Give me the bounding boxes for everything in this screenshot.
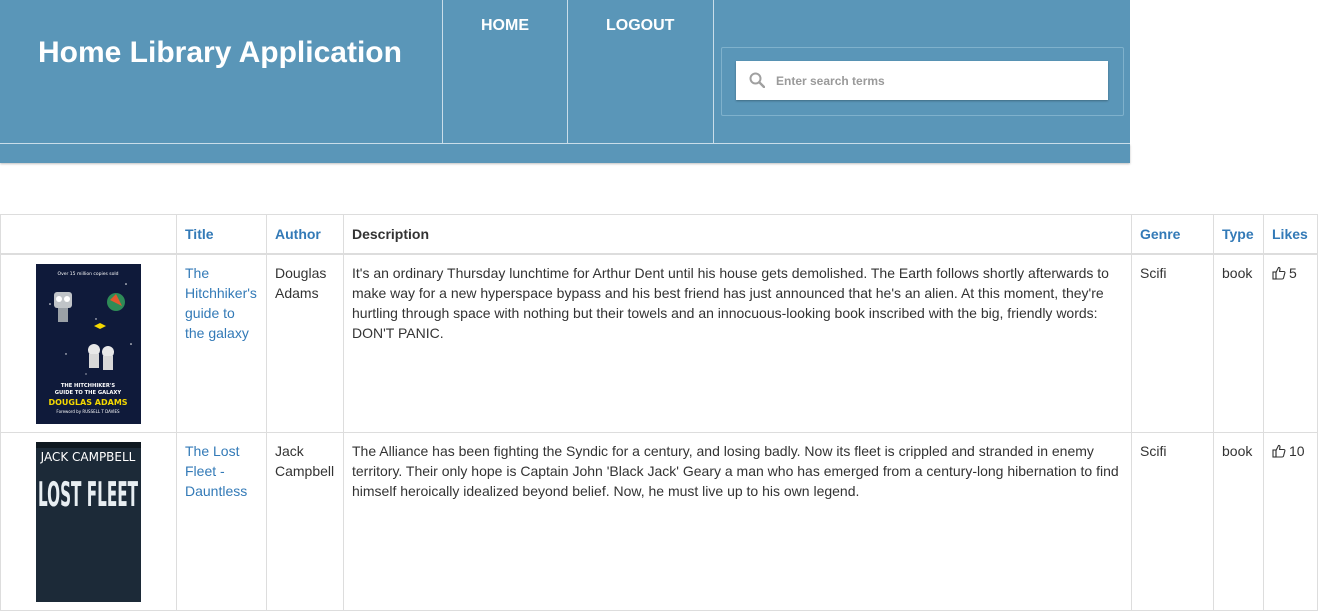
search-icon <box>749 72 765 88</box>
description-cell: It's an ordinary Thursday lunchtime for … <box>343 253 1132 433</box>
sort-likes-link[interactable]: Likes <box>1272 226 1308 242</box>
column-header-genre: Genre <box>1131 214 1214 255</box>
cover-foreword: Foreword by RUSSELL T DAVIES <box>56 409 120 414</box>
type-cell: book <box>1213 253 1264 433</box>
book-title-link[interactable]: The Hitchhiker's guide to the galaxy <box>185 265 257 341</box>
table-header-row: Title Author Description Genre Type Like… <box>0 214 1318 255</box>
sort-type-link[interactable]: Type <box>1222 226 1254 242</box>
thumbs-up-icon <box>1272 266 1286 280</box>
likes-cell: 10 <box>1263 432 1318 611</box>
nav-home-link[interactable]: HOME <box>481 17 529 35</box>
description-cell: The Alliance has been fighting the Syndi… <box>343 432 1132 611</box>
cover-author: JACK CAMPBELL <box>40 450 136 464</box>
book-cover-lost-fleet: JACK CAMPBELL LOST FLEET <box>36 442 141 602</box>
column-header-type: Type <box>1213 214 1264 255</box>
book-title-link[interactable]: The Lost Fleet - Dauntless <box>185 443 247 499</box>
sort-title-link[interactable]: Title <box>185 226 214 242</box>
sort-genre-link[interactable]: Genre <box>1140 226 1180 242</box>
type-cell: book <box>1213 432 1264 611</box>
cover-cell: Over 15 million copies sold THE HITCHHIK… <box>0 253 177 433</box>
title-cell: The Lost Fleet - Dauntless <box>176 432 267 611</box>
title-cell: The Hitchhiker's guide to the galaxy <box>176 253 267 433</box>
header-bottom-band <box>0 144 1130 163</box>
cover-title-line2: GUIDE TO THE GALAXY <box>55 390 122 396</box>
column-header-description: Description <box>343 214 1132 255</box>
genre-cell: Scifi <box>1131 432 1214 611</box>
likes-count: 10 <box>1289 443 1305 459</box>
cover-author: DOUGLAS ADAMS <box>48 398 127 407</box>
like-button[interactable]: 10 <box>1272 443 1305 459</box>
table-row: JACK CAMPBELL LOST FLEET The Lost Fleet … <box>0 432 1318 611</box>
author-cell: Jack Campbell <box>266 432 344 611</box>
sort-author-link[interactable]: Author <box>275 226 321 242</box>
nav-divider <box>442 0 443 143</box>
likes-count: 5 <box>1289 265 1297 281</box>
table-row: Over 15 million copies sold THE HITCHHIK… <box>0 253 1318 433</box>
nav-divider <box>713 0 714 143</box>
search-box[interactable] <box>736 61 1108 100</box>
column-header-title: Title <box>176 214 267 255</box>
cover-cell: JACK CAMPBELL LOST FLEET <box>0 432 177 611</box>
thumbs-up-icon <box>1272 444 1286 458</box>
nav-divider <box>567 0 568 143</box>
cover-title-line1: THE HITCHHIKER'S <box>61 383 116 389</box>
genre-cell: Scifi <box>1131 253 1214 433</box>
header-divider-line <box>0 143 1130 144</box>
book-cover-hitchhikers: Over 15 million copies sold THE HITCHHIK… <box>36 264 141 424</box>
nav-logout-link[interactable]: LOGOUT <box>606 17 674 35</box>
app-title: Home Library Application <box>38 36 402 69</box>
like-button[interactable]: 5 <box>1272 265 1297 281</box>
author-cell: Douglas Adams <box>266 253 344 433</box>
cover-top-text: Over 15 million copies sold <box>58 271 119 277</box>
column-header-likes: Likes <box>1263 214 1318 255</box>
search-input[interactable] <box>776 61 1101 100</box>
likes-cell: 5 <box>1263 253 1318 433</box>
column-header-author: Author <box>266 214 344 255</box>
cover-title: LOST FLEET <box>38 475 138 515</box>
column-header-cover <box>0 214 177 255</box>
books-table: Title Author Description Genre Type Like… <box>0 214 1318 611</box>
